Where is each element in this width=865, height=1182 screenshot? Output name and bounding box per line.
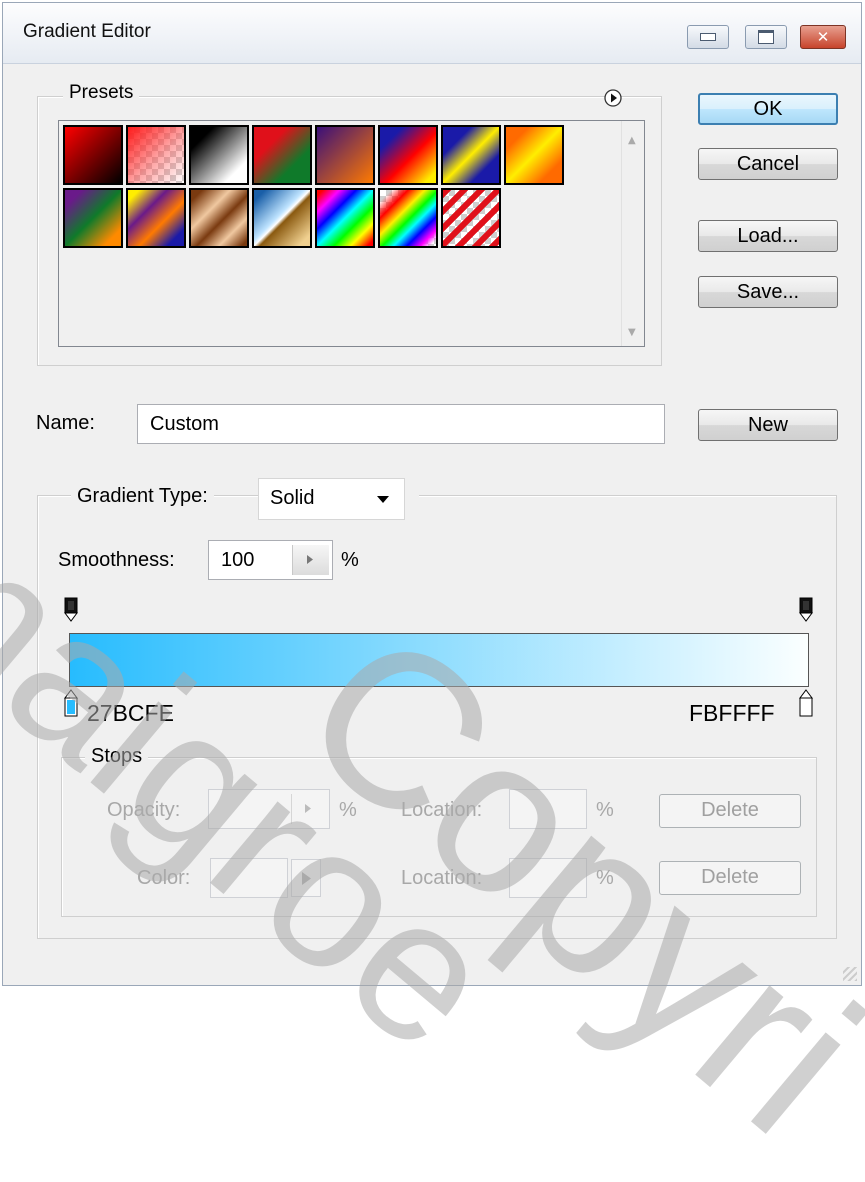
presets-menu-icon[interactable] <box>602 87 624 109</box>
smoothness-unit: % <box>341 549 359 571</box>
chevron-down-icon <box>377 496 389 503</box>
title-bar[interactable]: Gradient Editor ✕ <box>3 3 861 64</box>
preset-swatch[interactable] <box>504 125 564 185</box>
stops-label: Stops <box>85 745 149 768</box>
preset-swatch[interactable] <box>378 125 438 185</box>
save-button[interactable]: Save... <box>698 276 838 308</box>
presets-label: Presets <box>63 82 140 104</box>
preset-swatch[interactable] <box>441 125 501 185</box>
preset-swatch[interactable] <box>441 188 501 248</box>
new-button[interactable]: New <box>698 409 838 441</box>
caret-right-icon <box>307 555 313 564</box>
minimize-button[interactable] <box>687 25 729 49</box>
color-delete-button[interactable]: Delete <box>659 861 801 895</box>
name-input[interactable]: Custom <box>137 404 665 444</box>
color-picker-button[interactable] <box>291 859 321 897</box>
presets-scrollbar[interactable]: ▲ ▼ <box>621 121 644 346</box>
scroll-down-icon[interactable]: ▼ <box>628 327 636 338</box>
minimize-icon <box>700 33 716 41</box>
opacity-stop-right[interactable] <box>799 597 813 623</box>
preset-swatch[interactable] <box>252 188 312 248</box>
color-location-label: Location: <box>401 867 483 889</box>
close-button[interactable]: ✕ <box>800 25 846 49</box>
opacity-location-input[interactable] <box>509 789 587 829</box>
scroll-up-icon[interactable]: ▲ <box>628 135 636 146</box>
gradient-type-value: Solid <box>270 487 315 509</box>
opacity-input[interactable] <box>208 789 330 829</box>
opacity-location-label: Location: <box>401 799 483 821</box>
gradient-type-label: Gradient Type: <box>71 485 214 508</box>
preset-swatch[interactable] <box>126 188 186 248</box>
color-stop-right[interactable] <box>799 689 813 719</box>
preset-swatch[interactable] <box>315 125 375 185</box>
play-icon <box>302 872 311 885</box>
smoothness-input[interactable]: 100 <box>208 540 333 580</box>
opacity-delete-button[interactable]: Delete <box>659 794 801 828</box>
color-location-input[interactable] <box>509 858 587 898</box>
window-title: Gradient Editor <box>23 21 151 42</box>
name-label: Name: <box>36 412 95 434</box>
left-stop-color-label: 27BCFE <box>87 700 174 726</box>
gradient-type-select[interactable]: Solid <box>258 478 405 520</box>
caret-right-icon <box>305 804 311 813</box>
color-stop-left[interactable] <box>64 689 78 719</box>
maximize-icon <box>758 30 774 44</box>
gradient-preview-bar[interactable] <box>69 633 809 687</box>
ok-button[interactable]: OK <box>698 93 838 125</box>
preset-swatch[interactable] <box>315 188 375 248</box>
opacity-unit: % <box>339 799 357 821</box>
preset-swatch[interactable] <box>252 125 312 185</box>
preset-swatch[interactable] <box>126 125 186 185</box>
color-swatch-field[interactable] <box>210 858 288 898</box>
color-label: Color: <box>137 867 191 889</box>
preset-swatch[interactable] <box>63 188 123 248</box>
maximize-button[interactable] <box>745 25 787 49</box>
smoothness-value: 100 <box>221 549 255 571</box>
opacity-stepper-button[interactable] <box>291 794 326 824</box>
right-stop-color-label: FBFFFF <box>689 700 775 726</box>
cancel-button[interactable]: Cancel <box>698 148 838 180</box>
color-location-unit: % <box>596 867 614 889</box>
opacity-location-unit: % <box>596 799 614 821</box>
smoothness-label: Smoothness: <box>58 549 175 571</box>
presets-list[interactable]: ▲ ▼ <box>58 120 645 347</box>
smoothness-stepper-button[interactable] <box>292 545 329 575</box>
preset-swatch[interactable] <box>63 125 123 185</box>
preset-swatch[interactable] <box>189 125 249 185</box>
resize-grip-icon[interactable] <box>843 967 857 981</box>
load-button[interactable]: Load... <box>698 220 838 252</box>
preset-swatch[interactable] <box>189 188 249 248</box>
opacity-stop-left[interactable] <box>64 597 78 623</box>
gradient-editor-window: Gradient Editor ✕ Presets ▲ ▼ OK Cancel <box>2 2 862 986</box>
close-icon: ✕ <box>816 28 830 46</box>
opacity-label: Opacity: <box>107 799 181 821</box>
preset-swatch[interactable] <box>378 188 438 248</box>
